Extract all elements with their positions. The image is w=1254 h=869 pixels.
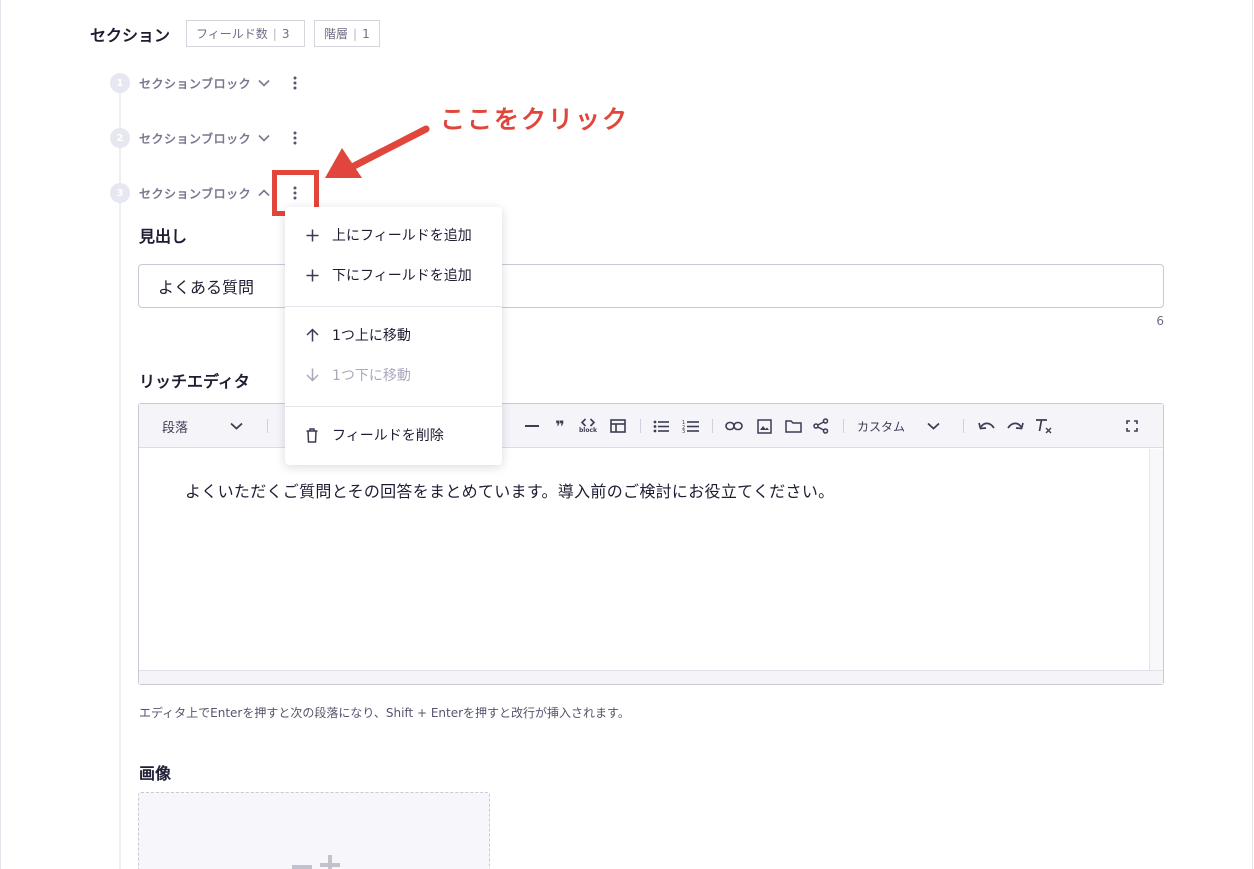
editor-scrollbar[interactable] bbox=[1149, 449, 1163, 671]
custom-format-value: カスタム bbox=[857, 419, 906, 434]
heading-input-value: よくある質問 bbox=[158, 278, 255, 297]
menu-item-label: 1つ上に移動 bbox=[332, 328, 411, 344]
toolbar-divider bbox=[640, 419, 641, 433]
section-title: セクション bbox=[90, 26, 171, 45]
arrow-up-icon bbox=[304, 327, 320, 343]
custom-format-select[interactable]: カスタム bbox=[857, 416, 949, 436]
field-context-menu: 上にフィールドを追加 下にフィールドを追加 1つ上に移動 1つ下に移動 フィール… bbox=[285, 207, 502, 465]
chevron-up-icon[interactable] bbox=[257, 186, 271, 200]
paragraph-format-select[interactable]: 段落 bbox=[162, 416, 252, 436]
menu-divider bbox=[285, 406, 502, 407]
section-block-3[interactable]: 3 セクションブロック bbox=[110, 183, 271, 203]
editor-help-text: エディタ上でEnterを押すと次の段落になり、Shift + Enterを押すと… bbox=[139, 706, 630, 720]
toolbar-divider bbox=[843, 419, 844, 433]
code-block-icon[interactable]: block bbox=[576, 416, 600, 436]
toolbar-divider bbox=[712, 419, 713, 433]
code-block-caption: block bbox=[578, 427, 598, 434]
clear-format-icon[interactable] bbox=[1033, 416, 1053, 436]
field-count-badge: フィールド数 | 3 bbox=[186, 20, 305, 47]
toolbar-divider bbox=[267, 419, 268, 433]
badge-separator: | bbox=[272, 26, 277, 41]
section-block-2[interactable]: 2 セクションブロック bbox=[110, 128, 271, 148]
menu-item-move-up[interactable]: 1つ上に移動 bbox=[285, 315, 502, 355]
page-left-border bbox=[0, 0, 1, 869]
menu-item-add-field-above[interactable]: 上にフィールドを追加 bbox=[285, 215, 502, 255]
folder-icon[interactable] bbox=[783, 416, 803, 436]
block-timeline-line bbox=[119, 92, 121, 869]
page-right-border bbox=[1252, 0, 1253, 869]
menu-item-delete-field[interactable]: フィールドを削除 bbox=[285, 415, 502, 455]
editor-paragraph: よくいただくご質問とその回答をまとめています。導入前のご検討にお役立てください。 bbox=[185, 482, 835, 501]
editor-resize-bar[interactable] bbox=[139, 670, 1163, 684]
fullscreen-icon[interactable] bbox=[1122, 416, 1142, 436]
section-block-label: セクションブロック bbox=[139, 186, 252, 201]
heading-field-label: 見出し bbox=[139, 227, 188, 246]
field-count-value: 3 bbox=[281, 26, 290, 41]
plus-icon bbox=[304, 267, 320, 283]
menu-divider bbox=[285, 306, 502, 307]
step-number: 1 bbox=[110, 73, 130, 93]
step-number: 3 bbox=[110, 183, 130, 203]
section-block-1[interactable]: 1 セクションブロック bbox=[110, 73, 271, 93]
horizontal-rule-icon[interactable] bbox=[522, 416, 542, 436]
depth-badge: 階層 | 1 bbox=[314, 20, 380, 47]
menu-item-label: フィールドを削除 bbox=[332, 428, 444, 444]
table-icon[interactable] bbox=[608, 416, 628, 436]
share-icon[interactable] bbox=[811, 416, 831, 436]
menu-item-label: 上にフィールドを追加 bbox=[332, 228, 472, 244]
chevron-down-icon bbox=[230, 422, 243, 430]
add-image-icon bbox=[292, 851, 342, 869]
menu-item-label: 下にフィールドを追加 bbox=[332, 268, 472, 284]
numbered-list-icon[interactable]: 123 bbox=[680, 416, 700, 436]
blockquote-icon[interactable]: ❞ bbox=[550, 416, 570, 436]
depth-label: 階層 bbox=[324, 27, 349, 41]
chevron-down-icon bbox=[927, 422, 940, 430]
step-number: 2 bbox=[110, 128, 130, 148]
more-vertical-icon[interactable] bbox=[288, 128, 302, 148]
rich-editor-label: リッチエディタ bbox=[139, 372, 250, 391]
heading-char-count: 6 bbox=[1156, 314, 1164, 328]
field-count-label: フィールド数 bbox=[196, 27, 268, 41]
toolbar-divider bbox=[963, 419, 964, 433]
svg-text:3: 3 bbox=[682, 429, 685, 433]
more-vertical-icon[interactable] bbox=[288, 73, 302, 93]
chevron-down-icon[interactable] bbox=[257, 76, 271, 90]
redo-icon[interactable] bbox=[1005, 416, 1025, 436]
paragraph-format-value: 段落 bbox=[162, 420, 189, 436]
annotation-callout-text: ここをクリック bbox=[440, 105, 630, 134]
image-field-label: 画像 bbox=[139, 764, 172, 783]
link-icon[interactable] bbox=[724, 416, 744, 436]
depth-value: 1 bbox=[362, 26, 370, 41]
badge-separator: | bbox=[353, 26, 358, 41]
section-block-label: セクションブロック bbox=[139, 76, 252, 91]
undo-icon[interactable] bbox=[976, 416, 996, 436]
chevron-down-icon[interactable] bbox=[257, 131, 271, 145]
image-dropzone[interactable] bbox=[138, 792, 490, 869]
menu-item-add-field-below[interactable]: 下にフィールドを追加 bbox=[285, 255, 502, 295]
annotation-arrow-icon bbox=[320, 120, 432, 188]
arrow-down-icon bbox=[304, 367, 320, 383]
plus-icon bbox=[304, 227, 320, 243]
menu-item-move-down: 1つ下に移動 bbox=[285, 355, 502, 395]
editor-content-area[interactable]: よくいただくご質問とその回答をまとめています。導入前のご検討にお役立てください。 bbox=[139, 449, 1149, 671]
menu-item-label: 1つ下に移動 bbox=[332, 368, 411, 384]
section-block-label: セクションブロック bbox=[139, 131, 252, 146]
image-icon[interactable] bbox=[754, 416, 774, 436]
trash-icon bbox=[304, 427, 320, 443]
bullet-list-icon[interactable] bbox=[651, 416, 671, 436]
